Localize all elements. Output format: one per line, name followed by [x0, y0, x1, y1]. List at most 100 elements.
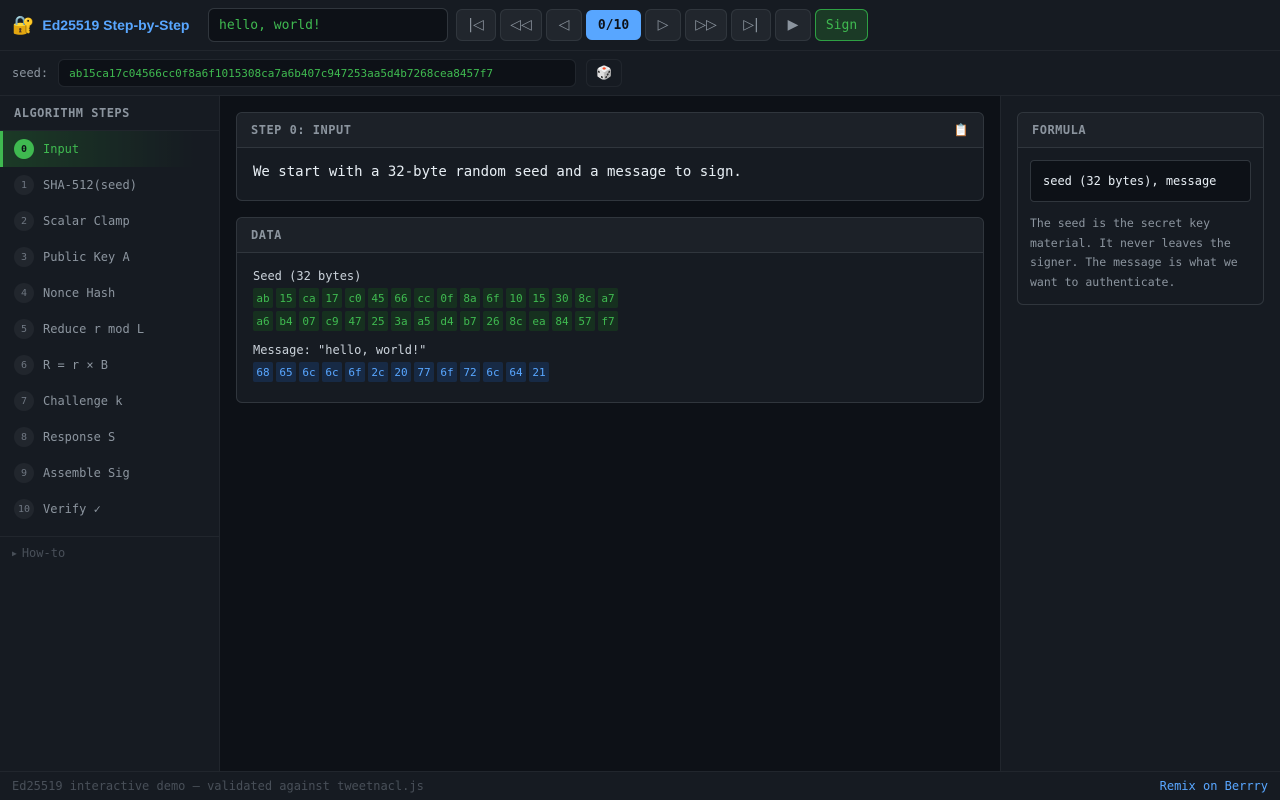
- message-bytes-label: Message: "hello, world!": [253, 343, 427, 357]
- seed-bytes-row: a6 b4 07 c9 47 25 3a a5 d4 b7 26 8c ea 84 57 f7: [253, 311, 967, 331]
- seed-byte: b4: [276, 311, 296, 331]
- formula-card: FORMULA seed (32 bytes), message The see…: [1017, 112, 1264, 305]
- data-card-header: DATA: [237, 218, 983, 253]
- seed-byte: 3a: [391, 311, 411, 331]
- message-byte: 65: [276, 362, 296, 382]
- step-number-badge: 6: [14, 355, 34, 375]
- rewind-button[interactable]: ◁◁: [500, 9, 542, 41]
- top-bar: 🔐 Ed25519 Step-by-Step |◁ ◁◁ ◁ 0/10 ▷ ▷▷…: [0, 0, 1280, 51]
- footer: Ed25519 interactive demo — validated aga…: [0, 771, 1280, 800]
- seed-byte: 15: [276, 288, 296, 308]
- next-step-button[interactable]: ▷: [645, 9, 681, 41]
- step-number-badge: 2: [14, 211, 34, 231]
- formula-expression: seed (32 bytes), message: [1030, 160, 1251, 202]
- message-byte: 20: [391, 362, 411, 382]
- dice-icon: 🎲: [596, 65, 613, 81]
- seed-byte: 84: [552, 311, 572, 331]
- right-panel: FORMULA seed (32 bytes), message The see…: [1001, 96, 1280, 771]
- seed-label: seed:: [12, 66, 49, 80]
- step-label: Assemble Sig: [43, 466, 130, 480]
- sidebar: ALGORITHM STEPS 0 Input 1 SHA-512(seed) 2 Sca…: [0, 96, 220, 771]
- formula-card-header: FORMULA: [1018, 113, 1263, 148]
- step-label: Input: [43, 142, 80, 156]
- step-number-badge: 3: [14, 247, 34, 267]
- step-number-badge: 8: [14, 427, 34, 447]
- sidebar-step-item[interactable]: 10 Verify ✓: [0, 491, 194, 527]
- chevron-right-icon: ▶: [12, 548, 17, 558]
- seed-byte: a6: [253, 311, 273, 331]
- app-title-group: 🔐 Ed25519 Step-by-Step: [12, 16, 208, 34]
- seed-byte: ab: [253, 288, 273, 308]
- sidebar-step-item[interactable]: 6 R = r × B: [0, 347, 194, 383]
- step-number-badge: 7: [14, 391, 34, 411]
- sidebar-step-item[interactable]: 3 Public Key A: [0, 239, 194, 275]
- seed-byte: 10: [506, 288, 526, 308]
- sign-button[interactable]: Sign: [815, 9, 868, 41]
- seed-byte: f7: [598, 311, 618, 331]
- prev-step-button[interactable]: ◁: [546, 9, 582, 41]
- app-title: Ed25519 Step-by-Step: [42, 17, 190, 33]
- seed-input[interactable]: [58, 59, 577, 87]
- sidebar-step-item[interactable]: 8 Response S: [0, 419, 194, 455]
- remix-link[interactable]: Remix on Berrry: [1160, 779, 1268, 793]
- step-counter[interactable]: 0/10: [586, 10, 641, 40]
- step-number-badge: 0: [14, 139, 34, 159]
- step-card-header: STEP 0: INPUT 📋: [237, 113, 983, 148]
- sidebar-step-item[interactable]: 5 Reduce r mod L: [0, 311, 194, 347]
- sidebar-step-item[interactable]: 1 SHA-512(seed): [0, 167, 194, 203]
- seed-byte: ca: [299, 288, 319, 308]
- message-byte: 6c: [322, 362, 342, 382]
- step-label: Response S: [43, 430, 116, 444]
- seed-byte: c0: [345, 288, 365, 308]
- step-card: STEP 0: INPUT 📋 We start with a 32-byte …: [236, 112, 984, 201]
- step-number-badge: 9: [14, 463, 34, 483]
- seed-byte: ea: [529, 311, 549, 331]
- seed-byte: 0f: [437, 288, 457, 308]
- seed-byte: c9: [322, 311, 342, 331]
- message-input[interactable]: [208, 8, 448, 42]
- sidebar-step-item[interactable]: 0 Input: [0, 131, 194, 167]
- last-step-button[interactable]: ▷|: [731, 9, 771, 41]
- howto-toggle[interactable]: ▶ How-to: [0, 537, 219, 569]
- seed-byte: 45: [368, 288, 388, 308]
- seed-byte: 30: [552, 288, 572, 308]
- data-card: DATA Seed (32 bytes) ab 15 ca 17 c0 45 66 cc 0f 8…: [236, 217, 984, 403]
- step-label: Nonce Hash: [43, 286, 116, 300]
- step-list: 0 Input 1 SHA-512(seed) 2 Scalar Clamp 3 Public…: [0, 131, 219, 527]
- seed-byte: 15: [529, 288, 549, 308]
- seed-byte: 47: [345, 311, 365, 331]
- first-step-button[interactable]: |◁: [456, 9, 496, 41]
- main-panel: STEP 0: INPUT 📋 We start with a 32-byte …: [220, 96, 1001, 771]
- step-label: Public Key A: [43, 250, 130, 264]
- data-body: Seed (32 bytes) ab 15 ca 17 c0 45 66 cc 0f 8a 6f 10…: [237, 253, 983, 399]
- step-label: Reduce r mod L: [43, 322, 145, 336]
- message-bytes-row: 68 65 6c 6c 6f 2c 20 77 6f 72 6c 64 21: [253, 362, 967, 382]
- message-byte: 6c: [483, 362, 503, 382]
- step-description: We start with a 32-byte random seed and …: [253, 164, 742, 180]
- sidebar-step-item[interactable]: 7 Challenge k: [0, 383, 194, 419]
- data-title: DATA: [251, 228, 282, 242]
- sidebar-header: ALGORITHM STEPS: [0, 96, 219, 131]
- message-byte: 21: [529, 362, 549, 382]
- seed-byte: 8c: [506, 311, 526, 331]
- step-label: SHA-512(seed): [43, 178, 137, 192]
- step-number-badge: 1: [14, 175, 34, 195]
- sidebar-step-item[interactable]: 9 Assemble Sig: [0, 455, 194, 491]
- seed-byte: a5: [414, 311, 434, 331]
- seed-byte: 8c: [575, 288, 595, 308]
- play-button[interactable]: ▶: [775, 9, 811, 41]
- seed-byte: b7: [460, 311, 480, 331]
- clipboard-icon[interactable]: 📋: [954, 123, 969, 137]
- fast-forward-button[interactable]: ▷▷: [685, 9, 727, 41]
- formula-note: The seed is the secret key material. It …: [1030, 216, 1238, 289]
- seed-byte: a7: [598, 288, 618, 308]
- randomize-seed-button[interactable]: 🎲: [586, 59, 623, 87]
- message-byte: 6f: [345, 362, 365, 382]
- formula-title: FORMULA: [1032, 123, 1087, 137]
- seed-bytes-row: ab 15 ca 17 c0 45 66 cc 0f 8a 6f 10 15 30 8c a7: [253, 288, 967, 308]
- seed-byte: 07: [299, 311, 319, 331]
- seed-bar: seed: 🎲: [0, 51, 1280, 96]
- sidebar-step-item[interactable]: 2 Scalar Clamp: [0, 203, 194, 239]
- seed-byte: cc: [414, 288, 434, 308]
- sidebar-step-item[interactable]: 4 Nonce Hash: [0, 275, 194, 311]
